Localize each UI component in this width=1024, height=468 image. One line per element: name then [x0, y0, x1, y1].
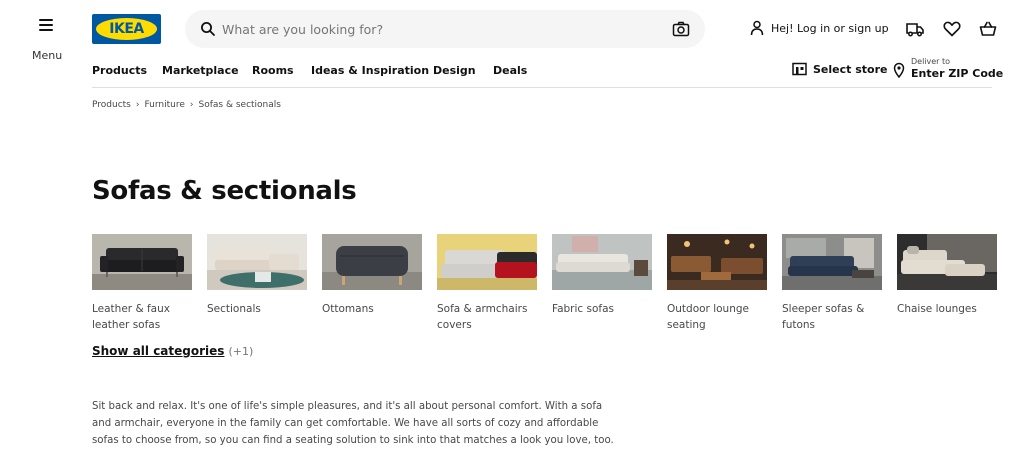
category-card-chaise-lounges[interactable]: Chaise lounges [897, 234, 997, 317]
category-label: Outdoor lounge seating [667, 303, 749, 331]
show-all-categories: Show all categories (+1) [92, 344, 253, 358]
login-link[interactable]: Hej! Log in or sign up [750, 20, 889, 36]
menu-button[interactable] [28, 18, 64, 31]
camera-icon[interactable] [672, 21, 690, 37]
shopping-bag-icon[interactable] [978, 19, 998, 39]
category-label: Chaise lounges [897, 303, 977, 315]
deliver-to-button[interactable]: Deliver to Enter ZIP Code [893, 57, 1003, 81]
select-store-label: Select store [813, 62, 888, 76]
category-image [207, 234, 307, 290]
location-pin-icon [893, 62, 905, 78]
chevron-right-icon: › [189, 100, 194, 110]
nav-products[interactable]: Products [92, 64, 147, 77]
category-card-ottomans[interactable]: Ottomans [322, 234, 422, 317]
page-title: Sofas & sectionals [92, 176, 357, 206]
store-icon [792, 62, 807, 76]
category-image [552, 234, 652, 290]
category-card-sofa-covers[interactable]: Sofa & armchairs covers [437, 234, 537, 333]
category-label: Ottomans [322, 303, 374, 315]
breadcrumb: Products › Furniture › Sofas & sectional… [92, 100, 281, 110]
nav-ideas-inspiration[interactable]: Ideas & Inspiration [311, 64, 429, 77]
category-label: Sectionals [207, 303, 261, 315]
show-all-categories-link[interactable]: Show all categories [92, 344, 224, 358]
category-label: Sofa & armchairs covers [437, 303, 528, 331]
category-label: Fabric sofas [552, 303, 615, 315]
category-image [897, 234, 997, 290]
header-divider [92, 87, 992, 88]
nav-rooms[interactable]: Rooms [252, 64, 294, 77]
breadcrumb-products[interactable]: Products [92, 100, 131, 110]
category-card-leather-sofas[interactable]: Leather & faux leather sofas [92, 234, 192, 333]
category-image [667, 234, 767, 290]
category-image [782, 234, 882, 290]
ikea-logo[interactable]: IKEA [92, 14, 161, 44]
category-image [322, 234, 422, 290]
delivery-truck-icon[interactable] [905, 19, 925, 39]
zip-code-label: Enter ZIP Code [911, 67, 1004, 80]
menu-label: Menu [32, 49, 63, 62]
user-icon [750, 20, 764, 36]
intro-text: Sit back and relax. It's one of life's s… [92, 401, 614, 446]
category-card-outdoor-lounge[interactable]: Outdoor lounge seating [667, 234, 767, 333]
nav-deals[interactable]: Deals [493, 64, 527, 77]
category-image [92, 234, 192, 290]
category-card-fabric-sofas[interactable]: Fabric sofas [552, 234, 652, 317]
show-all-count: (+1) [228, 345, 254, 358]
search-input[interactable] [222, 19, 642, 39]
login-label: Hej! Log in or sign up [771, 21, 889, 35]
category-label: Leather & faux leather sofas [92, 303, 170, 331]
search-bar[interactable] [185, 10, 705, 48]
nav-design[interactable]: Design [433, 64, 476, 77]
breadcrumb-furniture[interactable]: Furniture [144, 100, 184, 110]
nav-marketplace[interactable]: Marketplace [162, 64, 239, 77]
category-label: Sleeper sofas & futons [782, 303, 865, 331]
deliver-to-label: Deliver to [911, 57, 951, 66]
heart-icon[interactable] [942, 19, 962, 39]
search-icon [201, 22, 215, 36]
chevron-right-icon: › [135, 100, 140, 110]
select-store-button[interactable]: Select store [792, 62, 887, 76]
logo-text: IKEA [109, 21, 144, 37]
category-card-sectionals[interactable]: Sectionals [207, 234, 307, 317]
category-carousel: Leather & faux leather sofas Sectionals [92, 234, 1002, 344]
breadcrumb-sofas-sectionals[interactable]: Sofas & sectionals [199, 100, 281, 110]
category-card-sleeper-sofas[interactable]: Sleeper sofas & futons [782, 234, 882, 333]
hamburger-icon [39, 18, 53, 31]
category-image [437, 234, 537, 290]
